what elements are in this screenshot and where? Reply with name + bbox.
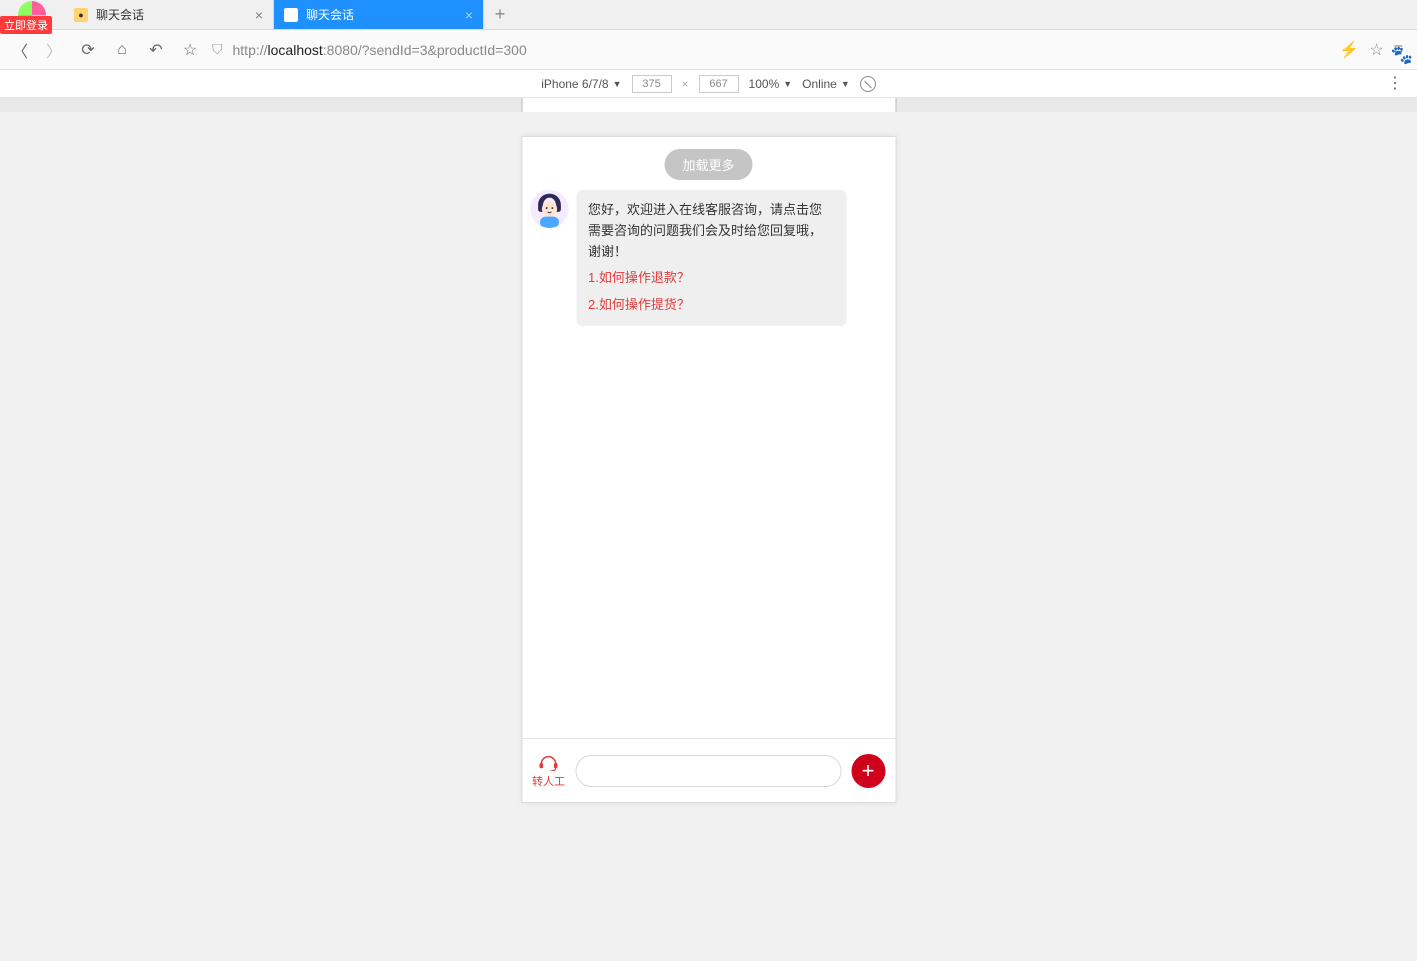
favorite-button[interactable]: ☆: [178, 38, 202, 62]
agent-avatar: [530, 190, 568, 228]
message-row: 您好，欢迎进入在线客服咨询，请点击您需要咨询的问题我们会及时给您回复哦，谢谢！ …: [530, 190, 887, 326]
welcome-text: 您好，欢迎进入在线客服咨询，请点击您需要咨询的问题我们会及时给您回复哦，谢谢！: [588, 200, 834, 262]
transfer-agent-button[interactable]: 转人工: [532, 753, 565, 789]
reload-button[interactable]: ⟳: [76, 38, 100, 62]
chevron-left-icon: 〈: [12, 38, 28, 62]
close-icon[interactable]: ×: [255, 7, 263, 23]
close-icon[interactable]: ×: [465, 7, 473, 23]
undo-icon: ↶: [149, 40, 162, 60]
plus-icon: +: [862, 758, 875, 784]
rotate-icon[interactable]: [860, 76, 876, 92]
flash-icon[interactable]: ⚡: [1339, 40, 1359, 60]
faq-link-refund[interactable]: 1.如何操作退款？: [588, 268, 834, 289]
zoom-select[interactable]: 100% ▼: [749, 77, 793, 91]
undo-button[interactable]: ↶: [144, 38, 168, 62]
agent-avatar-icon: [530, 190, 568, 228]
headset-icon: [538, 753, 560, 771]
address-bar[interactable]: http://localhost:8080/?sendId=3&productI…: [233, 42, 1330, 58]
caret-down-icon: ▼: [613, 79, 622, 89]
paw-icon[interactable]: 🐾: [1391, 45, 1413, 66]
devtools-device-bar: iPhone 6/7/8 ▼ × 100% ▼ Online ▼ ⋮: [0, 70, 1417, 98]
viewport-width-input[interactable]: [632, 75, 672, 93]
faq-link-pickup[interactable]: 2.如何操作提货？: [588, 295, 834, 316]
transfer-agent-label: 转人工: [532, 773, 565, 789]
more-options-button[interactable]: ⋮: [1387, 82, 1403, 86]
url-path: :8080/?sendId=3&productId=300: [323, 42, 527, 58]
viewport-height-input[interactable]: [699, 75, 739, 93]
zoom-value: 100%: [749, 77, 780, 91]
star-outline-icon: ☆: [183, 40, 197, 60]
message-bubble: 您好，欢迎进入在线客服咨询，请点击您需要咨询的问题我们会及时给您回复哦，谢谢！ …: [576, 190, 846, 326]
new-tab-button[interactable]: +: [484, 0, 516, 29]
forward-button[interactable]: 〉: [42, 38, 66, 62]
device-canvas: 加载更多 您好，欢迎进入在线客服咨询，请点击您需要咨询的问题我们会及时给您回复哦…: [0, 112, 1417, 961]
browser-toolbar: 〈 〉 ⟳ ⌂ ↶ ☆ ⛉ http://localhost:8080/?sen…: [0, 30, 1417, 70]
chat-text-input[interactable]: [575, 755, 841, 787]
bookmark-star-icon[interactable]: ☆: [1369, 40, 1383, 60]
chat-input-bar: 转人工 +: [522, 738, 895, 802]
network-select[interactable]: Online ▼: [802, 77, 850, 91]
tab-chat-2-active[interactable]: ● 聊天会话 ×: [274, 0, 484, 29]
caret-down-icon: ▼: [783, 79, 792, 89]
phone-frame: 加载更多 您好，欢迎进入在线客服咨询，请点击您需要咨询的问题我们会及时给您回复哦…: [521, 136, 896, 803]
network-value: Online: [802, 77, 837, 91]
reload-icon: ⟳: [81, 40, 94, 60]
send-button[interactable]: +: [851, 754, 885, 788]
home-button[interactable]: ⌂: [110, 38, 134, 62]
caret-down-icon: ▼: [841, 79, 850, 89]
url-host: localhost: [268, 42, 323, 58]
horizontal-ruler: [0, 98, 1417, 112]
tab-chat-1[interactable]: ● 聊天会话 ×: [64, 0, 274, 29]
favicon-icon: ●: [74, 8, 88, 22]
tab-title: 聊天会话: [96, 6, 144, 23]
load-more-button[interactable]: 加载更多: [664, 149, 752, 180]
back-button[interactable]: 〈: [8, 38, 32, 62]
tab-title: 聊天会话: [306, 6, 354, 23]
chat-scroll-area[interactable]: 加载更多 您好，欢迎进入在线客服咨询，请点击您需要咨询的问题我们会及时给您回复哦…: [522, 137, 895, 738]
chevron-right-icon: 〉: [46, 38, 62, 62]
site-security-icon[interactable]: ⛉: [212, 41, 223, 58]
browser-logo[interactable]: 立即登录: [0, 0, 64, 30]
browser-tab-strip: 立即登录 ● 聊天会话 × ● 聊天会话 × +: [0, 0, 1417, 30]
favicon-icon: ●: [284, 8, 298, 22]
url-scheme: http://: [233, 42, 268, 58]
plus-icon: +: [495, 4, 506, 25]
url-text: http://localhost:8080/?sendId=3&productI…: [233, 42, 527, 58]
device-select[interactable]: iPhone 6/7/8 ▼: [541, 77, 621, 91]
dimension-x: ×: [682, 77, 689, 91]
device-name: iPhone 6/7/8: [541, 77, 608, 91]
login-badge[interactable]: 立即登录: [0, 16, 52, 34]
home-icon: ⌂: [117, 41, 127, 59]
